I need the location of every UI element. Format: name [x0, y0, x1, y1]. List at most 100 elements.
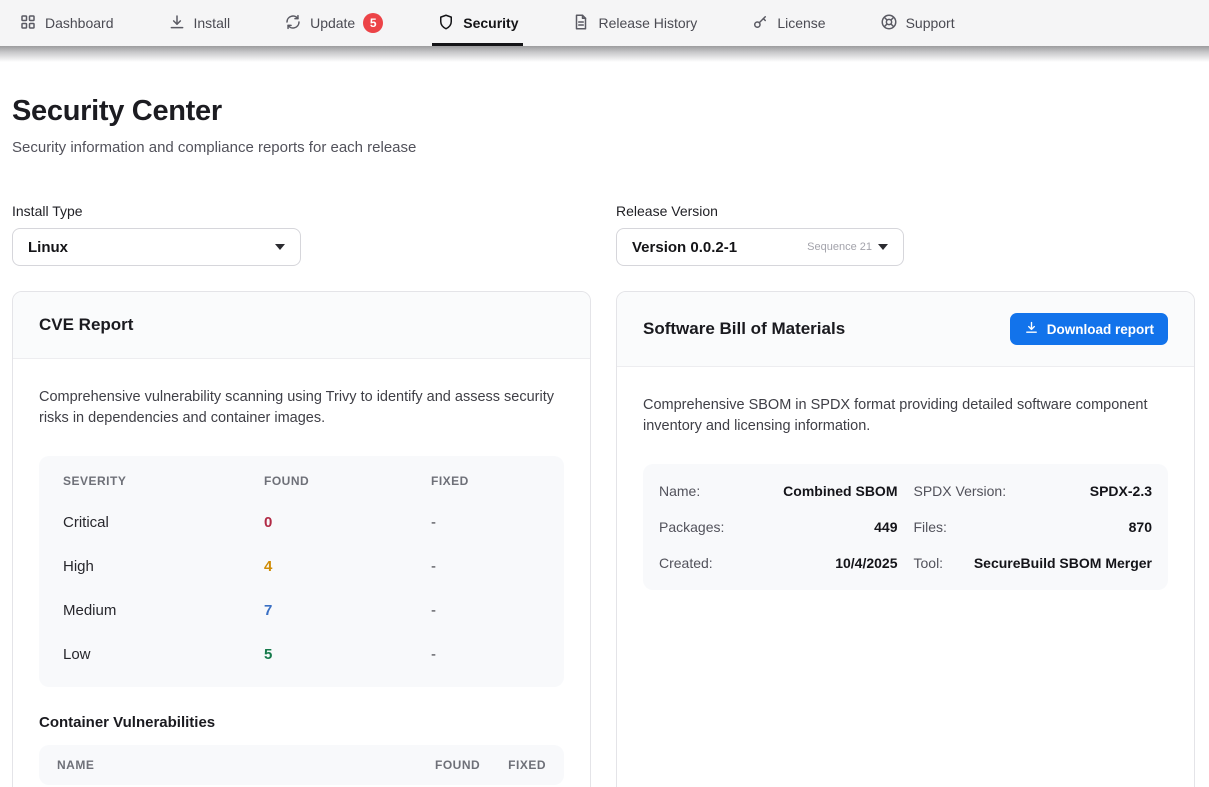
severity-name: Low [63, 646, 264, 663]
info-value: SPDX-2.3 [1090, 483, 1152, 499]
table-row: Created: 10/4/2025 Tool: SecureBuild SBO… [659, 545, 1152, 581]
install-type-filter: Install Type Linux [12, 203, 591, 266]
severity-found: 5 [264, 646, 431, 663]
chevron-down-icon [878, 244, 888, 250]
nav-item-label: Security [463, 15, 518, 31]
table-row: Name: Combined SBOM SPDX Version: SPDX-2… [659, 473, 1152, 509]
chevron-down-icon [275, 244, 285, 250]
nav-item-install[interactable]: Install [163, 0, 236, 46]
release-version-select[interactable]: Version 0.0.2-1 Sequence 21 [616, 228, 904, 266]
col-found: FOUND [435, 758, 480, 772]
nav-item-update[interactable]: Update 5 [279, 0, 388, 46]
info-label: Tool: [914, 555, 944, 571]
severity-table-header: SEVERITY FOUND FIXED [39, 461, 564, 501]
sbom-card: Software Bill of Materials Download repo… [616, 291, 1195, 787]
severity-found: 0 [264, 514, 431, 531]
info-value: Combined SBOM [783, 483, 897, 499]
download-report-label: Download report [1047, 322, 1154, 337]
shield-icon [437, 13, 455, 34]
nav-item-label: Dashboard [45, 15, 114, 31]
nav-item-label: Support [906, 15, 955, 31]
sbom-description: Comprehensive SBOM in SPDX format provid… [643, 395, 1168, 438]
col-fixed: FIXED [508, 758, 546, 772]
container-vulnerabilities-title: Container Vulnerabilities [39, 714, 564, 731]
cve-report-body: Comprehensive vulnerability scanning usi… [13, 359, 590, 787]
info-value: SecureBuild SBOM Merger [974, 555, 1152, 571]
info-label: Created: [659, 555, 713, 571]
info-label: Name: [659, 483, 700, 499]
nav-item-dashboard[interactable]: Dashboard [14, 0, 119, 46]
refresh-icon [284, 13, 302, 34]
cve-report-card: CVE Report Comprehensive vulnerability s… [12, 291, 591, 787]
install-type-select[interactable]: Linux [12, 228, 301, 266]
install-type-label: Install Type [12, 203, 591, 219]
sbom-header: Software Bill of Materials Download repo… [617, 292, 1194, 367]
page-title: Security Center [12, 95, 1195, 128]
info-label: Files: [914, 519, 947, 535]
info-pair: Tool: SecureBuild SBOM Merger [914, 545, 1153, 581]
update-count-badge: 5 [363, 13, 383, 33]
download-icon [1024, 320, 1039, 338]
nav-item-label: Update [310, 15, 355, 31]
severity-fixed: - [431, 646, 540, 663]
download-icon [168, 13, 186, 34]
info-value: 449 [874, 519, 897, 535]
document-icon [572, 13, 590, 34]
cve-report-description: Comprehensive vulnerability scanning usi… [39, 387, 564, 430]
filters-row: Install Type Linux Release Version Versi… [12, 203, 1195, 266]
col-name: NAME [57, 758, 94, 772]
dashboard-icon [19, 13, 37, 34]
top-nav: Dashboard Install Update 5 Security Rele… [0, 0, 1209, 46]
key-icon [751, 13, 769, 34]
nav-item-security[interactable]: Security [432, 0, 523, 46]
severity-fixed: - [431, 602, 540, 619]
info-pair: SPDX Version: SPDX-2.3 [914, 473, 1153, 509]
table-row: Medium 7 - [39, 589, 564, 633]
info-label: Packages: [659, 519, 724, 535]
download-report-button[interactable]: Download report [1010, 313, 1168, 345]
nav-item-label: License [777, 15, 825, 31]
sequence-group: Sequence 21 [807, 241, 888, 253]
nav-item-release-history[interactable]: Release History [567, 0, 702, 46]
col-fixed: FIXED [431, 474, 540, 488]
nav-item-label: Install [194, 15, 231, 31]
severity-fixed: - [431, 558, 540, 575]
info-pair: Packages: 449 [659, 509, 898, 545]
severity-name: Critical [63, 514, 264, 531]
info-value: 10/4/2025 [835, 555, 897, 571]
nav-item-support[interactable]: Support [875, 0, 960, 46]
header-scroll-shadow [0, 46, 1209, 62]
sbom-title: Software Bill of Materials [643, 319, 845, 339]
cve-report-title: CVE Report [39, 315, 133, 335]
nav-item-label: Release History [598, 15, 697, 31]
severity-name: High [63, 558, 264, 575]
lifebuoy-icon [880, 13, 898, 34]
severity-name: Medium [63, 602, 264, 619]
nav-item-license[interactable]: License [746, 0, 830, 46]
sbom-info-table: Name: Combined SBOM SPDX Version: SPDX-2… [643, 464, 1168, 590]
info-label: SPDX Version: [914, 483, 1007, 499]
info-value: 870 [1129, 519, 1152, 535]
table-row: Low 5 - [39, 633, 564, 677]
table-row: Packages: 449 Files: 870 [659, 509, 1152, 545]
install-type-value: Linux [28, 239, 68, 256]
release-version-label: Release Version [616, 203, 1195, 219]
info-pair: Created: 10/4/2025 [659, 545, 898, 581]
security-center-page: Security Center Security information and… [0, 95, 1209, 787]
cards-row: CVE Report Comprehensive vulnerability s… [12, 291, 1195, 787]
sequence-label: Sequence 21 [807, 241, 872, 253]
sbom-body: Comprehensive SBOM in SPDX format provid… [617, 367, 1194, 618]
table-row: Critical 0 - [39, 501, 564, 545]
col-severity: SEVERITY [63, 474, 264, 488]
severity-table: SEVERITY FOUND FIXED Critical 0 - High 4… [39, 456, 564, 687]
severity-fixed: - [431, 514, 540, 531]
release-version-filter: Release Version Version 0.0.2-1 Sequence… [616, 203, 1195, 266]
table-row: High 4 - [39, 545, 564, 589]
page-subtitle: Security information and compliance repo… [12, 139, 1195, 156]
info-pair: Files: 870 [914, 509, 1153, 545]
col-found: FOUND [264, 474, 431, 488]
cve-report-header: CVE Report [13, 292, 590, 359]
info-pair: Name: Combined SBOM [659, 473, 898, 509]
release-version-value: Version 0.0.2-1 [632, 239, 737, 256]
severity-found: 7 [264, 602, 431, 619]
